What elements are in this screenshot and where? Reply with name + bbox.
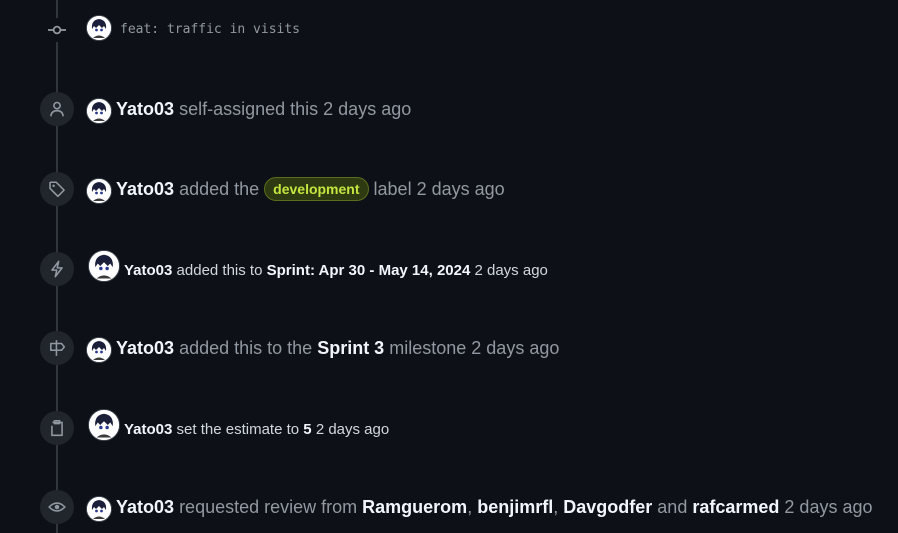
timeline-event-assign: Yato03 self-assigned this 2 days ago xyxy=(0,90,898,130)
event-time[interactable]: 2 days ago xyxy=(316,421,389,438)
timeline-event-milestone: Yato03 added this to the Sprint 3 milest… xyxy=(0,329,898,369)
conjunction: and xyxy=(657,497,688,517)
timeline-commit-item: feat: traffic in visits xyxy=(0,9,898,49)
author-link[interactable]: Yato03 xyxy=(124,421,172,438)
event-action: added this to xyxy=(176,262,263,279)
person-icon xyxy=(40,92,74,126)
event-action: added this to the xyxy=(179,338,313,358)
reviewer-link[interactable]: Davgodfer xyxy=(563,497,652,517)
author-link[interactable]: Yato03 xyxy=(116,179,174,199)
milestone-icon xyxy=(40,331,74,365)
event-time[interactable]: 2 days ago xyxy=(471,338,559,358)
avatar[interactable] xyxy=(88,250,120,282)
event-text: Yato03 added this to the Sprint 3 milest… xyxy=(116,337,559,359)
author-link[interactable]: Yato03 xyxy=(124,262,172,279)
author-link[interactable]: Yato03 xyxy=(116,338,174,358)
event-time[interactable]: 2 days ago xyxy=(417,179,505,199)
avatar[interactable] xyxy=(88,409,120,441)
event-action: requested review from xyxy=(179,497,358,517)
event-text: Yato03 set the estimate to 5 2 days ago xyxy=(124,419,389,441)
reviewer-link[interactable]: benjimrfl xyxy=(477,497,553,517)
label-development[interactable]: development xyxy=(264,177,369,202)
author-link[interactable]: Yato03 xyxy=(116,99,174,119)
lightning-icon xyxy=(40,252,74,286)
event-text: Yato03 added this to Sprint: Apr 30 - Ma… xyxy=(124,260,548,282)
separator: , xyxy=(553,497,559,517)
event-text: Yato03 added the development label 2 day… xyxy=(116,177,505,202)
author-link[interactable]: Yato03 xyxy=(116,497,174,517)
eye-icon xyxy=(40,490,74,524)
event-time[interactable]: 2 days ago xyxy=(474,262,547,279)
commit-message[interactable]: feat: traffic in visits xyxy=(120,21,300,39)
reviewer-link[interactable]: Ramguerom xyxy=(362,497,467,517)
avatar[interactable] xyxy=(86,98,112,124)
avatar[interactable] xyxy=(86,15,112,41)
event-time[interactable]: 2 days ago xyxy=(323,99,411,119)
timeline-event-estimate: Yato03 set the estimate to 5 2 days ago xyxy=(0,409,898,449)
estimate-value: 5 xyxy=(303,421,312,438)
timeline-event-sprint: Yato03 added this to Sprint: Apr 30 - Ma… xyxy=(0,250,898,290)
event-action: set the estimate to xyxy=(176,421,300,438)
sprint-link[interactable]: Sprint: Apr 30 - May 14, 2024 xyxy=(267,262,471,279)
timeline-event-label: Yato03 added the development label 2 day… xyxy=(0,170,898,210)
event-action: self-assigned this xyxy=(179,99,319,119)
event-suffix: milestone xyxy=(389,338,467,358)
avatar[interactable] xyxy=(86,496,112,522)
milestone-link[interactable]: Sprint 3 xyxy=(317,338,384,358)
event-time[interactable]: 2 days ago xyxy=(784,497,872,517)
clipboard-icon xyxy=(40,411,74,445)
event-action: added the xyxy=(179,179,260,199)
reviewer-link[interactable]: rafcarmed xyxy=(692,497,779,517)
tag-icon xyxy=(40,172,74,206)
avatar[interactable] xyxy=(86,337,112,363)
timeline-event-review: Yato03 requested review from Ramguerom, … xyxy=(0,488,898,528)
git-commit-icon xyxy=(45,18,69,42)
separator: , xyxy=(467,497,473,517)
event-text: Yato03 requested review from Ramguerom, … xyxy=(116,496,873,518)
event-suffix: label xyxy=(373,179,412,199)
avatar[interactable] xyxy=(86,178,112,204)
event-text: Yato03 self-assigned this 2 days ago xyxy=(116,98,411,120)
